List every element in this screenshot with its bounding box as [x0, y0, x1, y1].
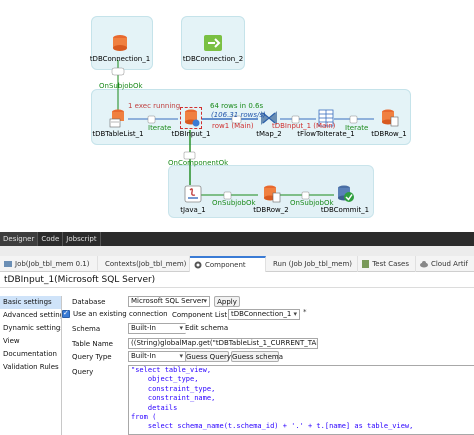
tab-code[interactable]: Code [38, 232, 64, 246]
tab-component[interactable]: Component [190, 256, 266, 272]
tab-designer[interactable]: Designer [0, 232, 39, 246]
component-tdbconnection2[interactable]: tDBConnection_2 [180, 33, 246, 63]
component-tjava1[interactable]: tJava_1 [176, 184, 210, 214]
link-badge [183, 151, 196, 160]
database-label: Database [72, 298, 106, 306]
component-tdbrow1[interactable]: tDBRow_1 [368, 108, 410, 138]
table-name-label: Table Name [72, 340, 113, 348]
link-label-oncomponentok: OnComponentOk [168, 159, 229, 167]
link-badge [223, 191, 232, 200]
tab-run[interactable]: Run (Job Job_tbl_mem) [266, 256, 358, 272]
link-badge [111, 67, 125, 76]
query-label: Query [72, 368, 94, 376]
connection-plug-icon [203, 33, 223, 53]
tab-contexts[interactable]: Contexts(Job_tbl_mem) [98, 256, 190, 272]
database-connection-icon [110, 33, 130, 53]
basic-settings-form: Database Microsoft SQL Server Apply Use … [62, 288, 474, 435]
nav-dynamic-settings[interactable]: Dynamic settings [0, 322, 61, 335]
job-design-canvas[interactable]: tDBConnection_1 tDBConnection_2 tDBTable… [0, 0, 474, 232]
schema-select[interactable]: Built-In [128, 323, 186, 334]
component-tdbinput1[interactable]: tDBInput_1 [168, 107, 214, 138]
query-line: select schema_name(t.schema_id) + '.' + … [131, 422, 414, 431]
component-list-select[interactable]: tDBConnection_1 [228, 309, 300, 320]
tab-test-cases[interactable]: Test Cases [358, 256, 416, 272]
editor-view-tabs: Designer Code Jobscript [0, 232, 474, 246]
query-line: from ( [131, 413, 157, 422]
database-select[interactable]: Microsoft SQL Server [128, 296, 210, 307]
panel-gap [0, 246, 474, 256]
query-line: object_type, [131, 375, 199, 384]
query-type-select[interactable]: Built-In [128, 351, 186, 362]
component-tdbtablelist1[interactable]: tDBTableList_1 [92, 108, 144, 138]
query-line: "select table_view, [131, 366, 212, 374]
test-cases-icon [362, 260, 370, 268]
link-badge [301, 191, 310, 200]
table-list-icon [108, 108, 128, 128]
schema-label: Schema [72, 325, 101, 333]
component-list-label: Component List [172, 311, 228, 319]
component-list-required-mark: * [303, 308, 307, 316]
component-title-bar: tDBInput_1(Microsoft SQL Server) [0, 272, 474, 288]
guess-schema-button[interactable]: Guess schema [231, 351, 283, 362]
query-type-label: Query Type [72, 353, 112, 361]
link-label-iterate2: Iterate [345, 124, 369, 132]
link-label-tmap-out: tDBInput_1 (Main) [272, 122, 336, 130]
properties-tabs: Job(Job_tbl_mem 0.1) Contexts(Job_tbl_me… [0, 256, 474, 272]
nav-view[interactable]: View [0, 335, 61, 348]
database-input-icon [180, 107, 202, 129]
database-commit-icon [335, 184, 355, 204]
link-label-onsubjobok-3: OnSubjobOk [290, 199, 334, 207]
link-label-rows-count: 64 rows in 0.6s [210, 102, 264, 110]
link-label-iterate: Iterate [148, 124, 172, 132]
query-line: constraint_type, [131, 384, 216, 393]
tab-jobscript[interactable]: Jobscript [63, 232, 101, 246]
database-row-icon [379, 108, 399, 128]
tab-cloud[interactable]: Cloud Artif [416, 256, 474, 272]
database-row-icon [261, 184, 281, 204]
apply-button[interactable]: Apply [214, 296, 240, 307]
settings-side-nav: Basic settings Advanced settings Dynamic… [0, 296, 62, 435]
nav-basic-settings[interactable]: Basic settings [0, 296, 61, 309]
query-line: constraint_name, [131, 394, 216, 403]
edit-schema-button[interactable]: Edit schema [185, 323, 228, 334]
guess-query-button[interactable]: Guess Query [185, 351, 231, 362]
link-label-rows-rate: (106.31 rows/s) [211, 111, 266, 119]
nav-validation-rules[interactable]: Validation Rules [0, 361, 61, 374]
component-icon [194, 261, 202, 269]
job-icon [4, 261, 12, 267]
link-badge [147, 115, 156, 124]
use-existing-connection-checkbox[interactable] [62, 309, 70, 318]
table-name-input[interactable]: ((String)globalMap.get("tDBTableList_1_C… [128, 338, 318, 349]
java-icon [183, 184, 203, 204]
use-existing-connection-label: Use an existing connection [73, 310, 168, 318]
link-label-onsubjobok-2: OnSubjobOk [212, 199, 256, 207]
component-title: tDBInput_1(Microsoft SQL Server) [4, 275, 156, 285]
link-label-exec-running: 1 exec running [128, 102, 181, 110]
link-label-row1-main: row1 (Main) [212, 122, 254, 130]
query-editor[interactable]: "select table_view, object_type, constra… [128, 365, 474, 435]
component-tdbconnection1[interactable]: tDBConnection_1 [88, 33, 152, 63]
tab-job[interactable]: Job(Job_tbl_mem 0.1) [0, 256, 98, 272]
cloud-icon [420, 261, 428, 268]
query-line: details [131, 403, 178, 412]
nav-documentation[interactable]: Documentation [0, 348, 61, 361]
nav-advanced-settings[interactable]: Advanced settings [0, 309, 61, 322]
component-tdbrow2[interactable]: tDBRow_2 [250, 184, 292, 214]
link-label-onsubjobok: OnSubjobOk [99, 82, 143, 90]
